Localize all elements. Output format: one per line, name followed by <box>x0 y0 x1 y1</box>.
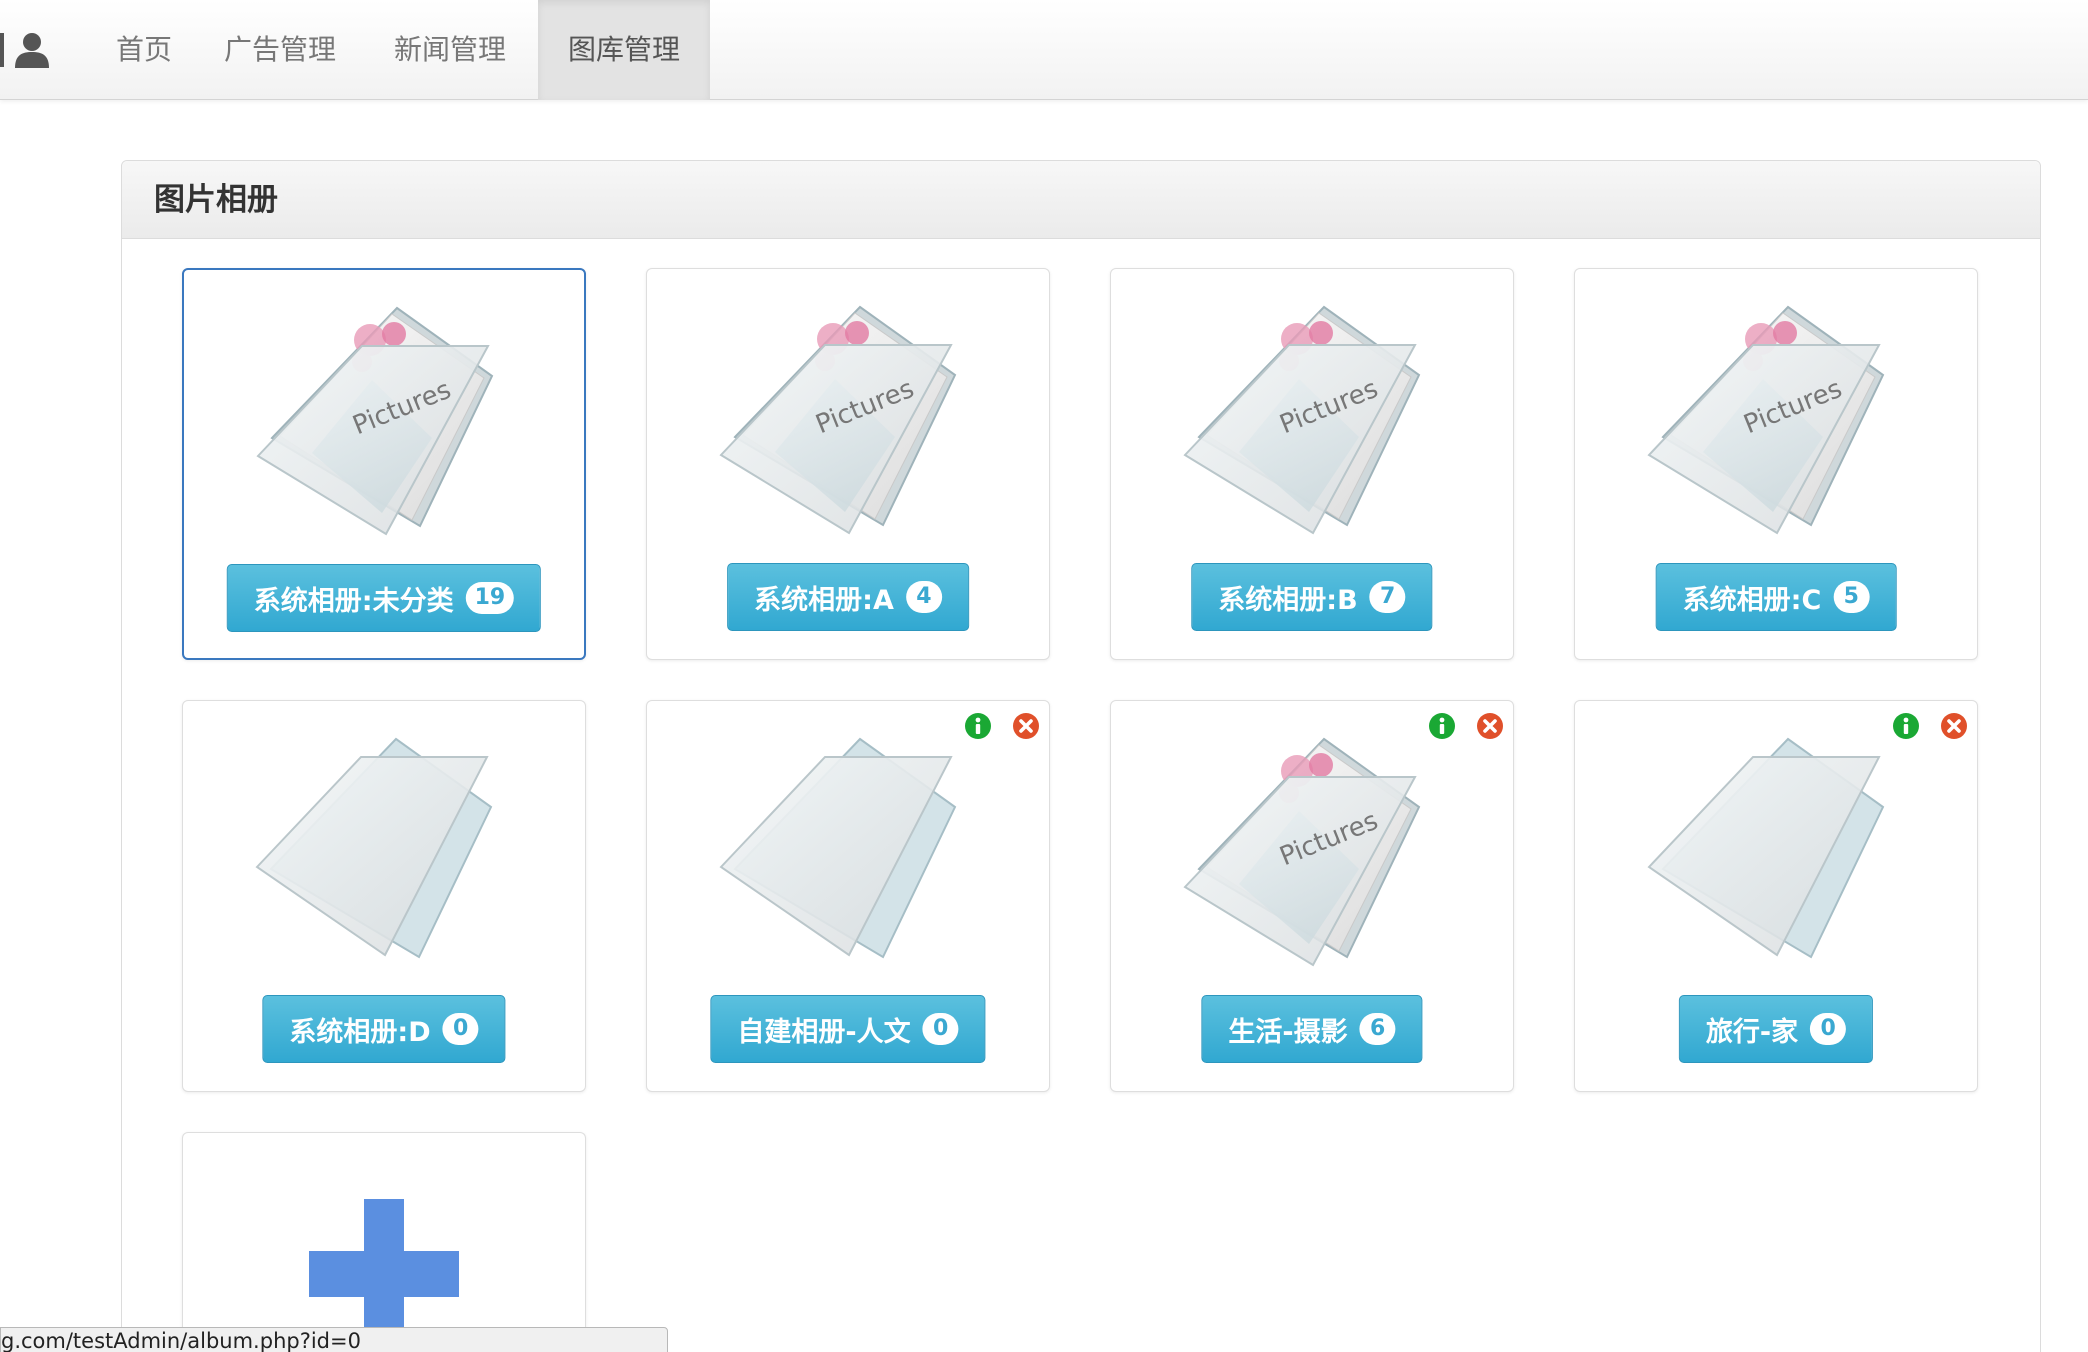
remove-icon[interactable] <box>1011 711 1041 741</box>
brand-edge <box>0 33 4 67</box>
album-button[interactable]: 系统相册:C 5 <box>1655 563 1897 631</box>
pictures-folder-icon: Pictures <box>1183 737 1421 967</box>
album-name: 旅行-家 <box>1705 1016 1799 1048</box>
remove-icon[interactable] <box>1475 711 1505 741</box>
info-icon[interactable] <box>963 711 993 741</box>
album-name: 系统相册:未分类 <box>253 585 454 617</box>
album-button[interactable]: 自建相册-人文 0 <box>710 995 986 1063</box>
empty-folder-icon <box>719 737 957 959</box>
photo-count-badge: 7 <box>1369 581 1406 613</box>
photo-count-badge: 0 <box>922 1013 959 1045</box>
empty-folder-icon <box>1647 737 1885 959</box>
pictures-folder-icon: Pictures <box>256 306 494 536</box>
album-name: 系统相册:C <box>1682 584 1822 616</box>
album-name: 生活-摄影 <box>1228 1016 1348 1048</box>
album-button[interactable]: 系统相册:A 4 <box>727 563 969 631</box>
album-button[interactable]: 系统相册:B 7 <box>1191 563 1433 631</box>
album-button[interactable]: 系统相册:未分类 19 <box>226 564 542 632</box>
album-name: 系统相册:B <box>1218 584 1358 616</box>
album-card[interactable]: Pictures 系统相册:B 7 <box>1110 268 1514 660</box>
album-card[interactable]: 自建相册-人文 0 <box>646 700 1050 1092</box>
album-card[interactable]: 系统相册:D 0 <box>182 700 586 1092</box>
panel-title: 图片相册 <box>122 161 2040 239</box>
album-card[interactable]: Pictures 系统相册:未分类 19 <box>182 268 586 660</box>
nav-news[interactable]: 新闻管理 <box>370 0 530 100</box>
album-name: 自建相册-人文 <box>737 1016 911 1048</box>
info-icon[interactable] <box>1891 711 1921 741</box>
photo-count-badge: 0 <box>442 1013 479 1045</box>
nav-gallery[interactable]: 图库管理 <box>538 0 710 100</box>
album-button[interactable]: 旅行-家 0 <box>1678 995 1874 1063</box>
add-album-card[interactable] <box>182 1132 586 1352</box>
pictures-folder-icon: Pictures <box>1647 305 1885 535</box>
photo-count-badge: 19 <box>465 582 515 614</box>
album-button[interactable]: 生活-摄影 6 <box>1201 995 1423 1063</box>
photo-count-badge: 6 <box>1359 1013 1396 1045</box>
album-name: 系统相册:D <box>289 1016 431 1048</box>
status-url-tooltip: g.com/testAdmin/album.php?id=0 <box>0 1327 668 1352</box>
photo-count-badge: 4 <box>905 581 942 613</box>
album-card[interactable]: Pictures 生活-摄影 6 <box>1110 700 1514 1092</box>
photo-count-badge: 5 <box>1833 581 1870 613</box>
user-icon[interactable] <box>12 30 52 70</box>
album-button[interactable]: 系统相册:D 0 <box>262 995 506 1063</box>
album-card[interactable]: Pictures 系统相册:A 4 <box>646 268 1050 660</box>
remove-icon[interactable] <box>1939 711 1969 741</box>
photo-count-badge: 0 <box>1810 1013 1847 1045</box>
pictures-folder-icon: Pictures <box>1183 305 1421 535</box>
info-icon[interactable] <box>1427 711 1457 741</box>
nav-ads[interactable]: 广告管理 <box>200 0 360 100</box>
album-card[interactable]: 旅行-家 0 <box>1574 700 1978 1092</box>
empty-folder-icon <box>255 737 493 959</box>
album-card[interactable]: Pictures 系统相册:C 5 <box>1574 268 1978 660</box>
top-navbar: 首页 广告管理 新闻管理 图库管理 <box>0 0 2088 100</box>
pictures-folder-icon: Pictures <box>719 305 957 535</box>
album-name: 系统相册:A <box>754 584 894 616</box>
nav-home[interactable]: 首页 <box>88 0 200 100</box>
